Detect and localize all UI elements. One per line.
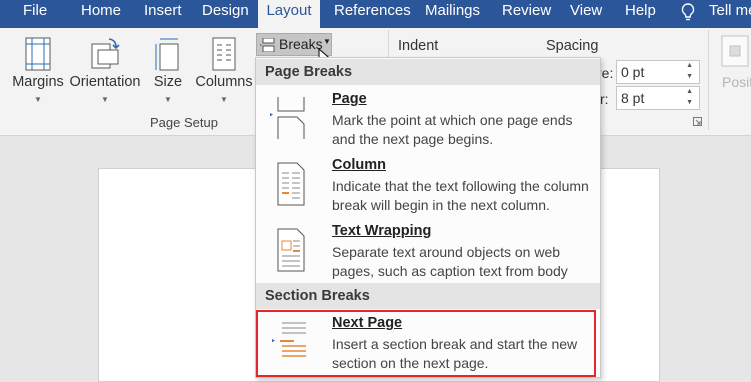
breaks-dropdown-menu: Page Breaks Page Mark the point at which…	[255, 57, 601, 378]
highlight-annotation-box	[256, 310, 596, 377]
spacing-after-label: r:	[600, 91, 609, 107]
column-break-icon	[277, 162, 305, 206]
margins-label: Margins	[12, 74, 64, 90]
chevron-down-icon: ▼	[164, 95, 172, 104]
ribbon-tab-bar: File Home Insert Design Layout Reference…	[0, 0, 751, 28]
columns-icon	[212, 37, 236, 71]
page-setup-group-label: Page Setup	[150, 115, 218, 130]
tab-design[interactable]: Design	[202, 0, 249, 28]
spin-up-icon[interactable]: ▲	[686, 62, 693, 69]
spin-down-icon[interactable]: ▼	[686, 99, 693, 106]
menu-item-page-desc: Mark the point at which one page ends an…	[332, 112, 573, 147]
lightbulb-icon[interactable]	[680, 2, 696, 24]
page-breaks-header: Page Breaks	[256, 59, 600, 85]
menu-item-column-desc: Indicate that the text following the col…	[332, 178, 589, 213]
text-wrapping-break-icon	[277, 228, 305, 272]
menu-item-page-title: Page	[332, 91, 367, 107]
orientation-label: Orientation	[69, 74, 141, 90]
chevron-down-icon: ▼	[323, 37, 331, 46]
margins-icon	[25, 37, 51, 71]
chevron-down-icon: ▼	[34, 95, 42, 104]
page-breaks-header-label: Page Breaks	[265, 64, 353, 80]
columns-label: Columns	[195, 74, 253, 90]
tab-help[interactable]: Help	[625, 0, 656, 28]
spacing-after-value: 8 pt	[621, 90, 645, 106]
menu-item-text-wrapping[interactable]: Text Wrapping Separate text around objec…	[256, 223, 600, 298]
tab-layout[interactable]: Layout	[258, 0, 320, 28]
spacing-after-input[interactable]: 8 pt ▲ ▼	[616, 86, 700, 110]
page-break-icon	[270, 97, 305, 139]
menu-item-column-title: Column	[332, 157, 386, 173]
dialog-launcher-icon[interactable]	[693, 117, 702, 126]
size-button[interactable]: Size ▼	[150, 28, 186, 116]
breaks-icon	[260, 38, 275, 52]
chevron-down-icon: ▼	[220, 95, 228, 104]
breaks-label: Breaks	[279, 36, 323, 52]
position-icon	[721, 35, 749, 67]
spin-up-icon[interactable]: ▲	[686, 88, 693, 95]
columns-button[interactable]: Columns ▼	[195, 28, 253, 116]
tab-insert[interactable]: Insert	[144, 0, 182, 28]
orientation-icon	[91, 38, 120, 69]
group-divider	[708, 30, 709, 130]
chevron-down-icon: ▼	[101, 95, 109, 104]
section-breaks-header-label: Section Breaks	[265, 288, 370, 304]
tab-mailings[interactable]: Mailings	[425, 0, 480, 28]
indent-label: Indent	[398, 38, 439, 54]
menu-item-text-wrapping-title: Text Wrapping	[332, 223, 432, 239]
tab-references[interactable]: References	[334, 0, 411, 28]
spacing-before-value: 0 pt	[621, 64, 645, 80]
size-icon	[155, 38, 179, 71]
menu-item-column[interactable]: Column Indicate that the text following …	[256, 157, 600, 213]
section-breaks-header: Section Breaks	[256, 283, 600, 309]
tab-home[interactable]: Home	[81, 0, 121, 28]
spin-down-icon[interactable]: ▼	[686, 73, 693, 80]
tab-file[interactable]: File	[23, 0, 47, 28]
menu-item-page[interactable]: Page Mark the point at which one page en…	[256, 91, 600, 147]
orientation-button[interactable]: Orientation ▼	[67, 28, 143, 116]
tell-me-search[interactable]: Tell me	[709, 0, 751, 28]
spacing-label: Spacing	[546, 38, 599, 54]
tab-review[interactable]: Review	[502, 0, 551, 28]
tab-view[interactable]: View	[570, 0, 602, 28]
margins-button[interactable]: Margins ▼	[11, 28, 65, 116]
spacing-before-input[interactable]: 0 pt ▲ ▼	[616, 60, 700, 84]
size-label: Size	[153, 74, 183, 90]
position-label: Positi	[722, 74, 751, 90]
position-button[interactable]: Positi	[712, 28, 751, 128]
